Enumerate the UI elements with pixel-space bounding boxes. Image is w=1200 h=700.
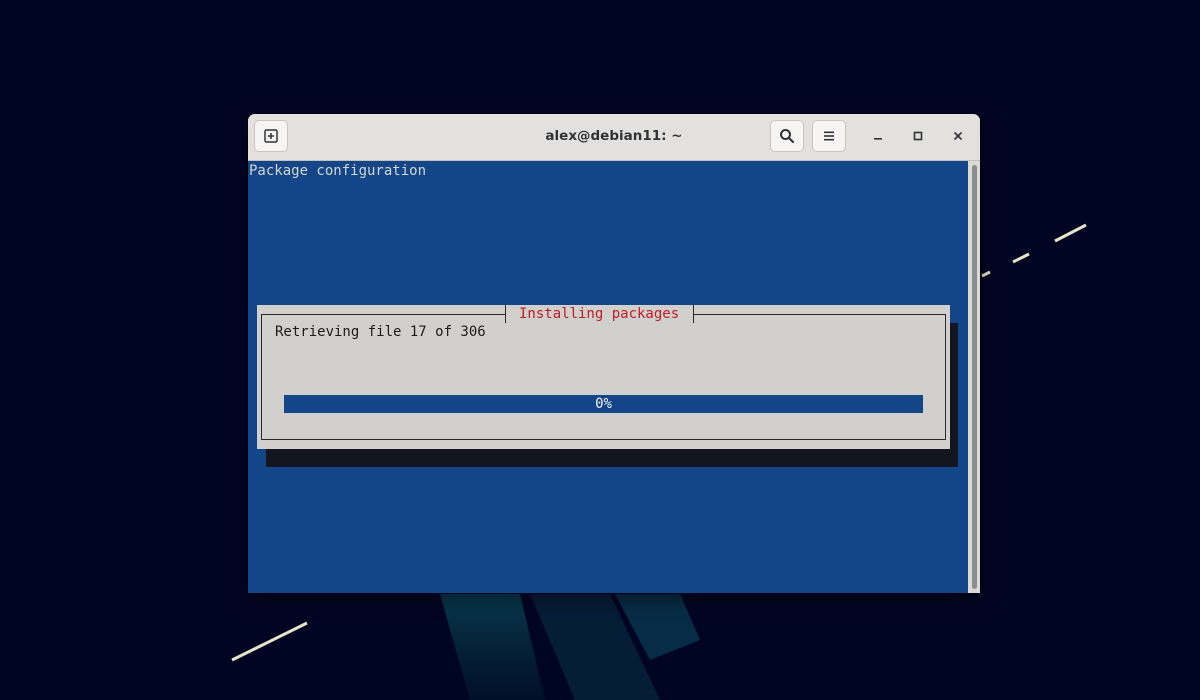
search-icon xyxy=(780,129,795,144)
search-button[interactable] xyxy=(770,120,804,152)
installing-dialog: Installing packages Retrieving file 17 o… xyxy=(257,305,950,449)
dialog-message: Retrieving file 17 of 306 xyxy=(275,324,486,340)
maximize-button[interactable] xyxy=(903,121,933,151)
terminal-window[interactable]: alex@debian11: ~ Package configuration I… xyxy=(248,114,980,593)
maximize-icon xyxy=(913,131,923,141)
terminal-area[interactable]: Package configuration Installing package… xyxy=(248,161,968,593)
progress-bar: 0% xyxy=(284,395,923,413)
progress-label: 0% xyxy=(595,396,612,412)
new-tab-button[interactable] xyxy=(254,120,288,152)
hamburger-menu-icon xyxy=(824,131,834,141)
scrollbar[interactable] xyxy=(968,161,980,593)
backtitle: Package configuration xyxy=(249,163,427,179)
minimize-button[interactable] xyxy=(863,121,893,151)
close-button[interactable] xyxy=(943,121,973,151)
titlebar[interactable]: alex@debian11: ~ xyxy=(248,114,980,161)
menu-button[interactable] xyxy=(812,120,846,152)
minimize-icon xyxy=(874,138,882,140)
desktop: alex@debian11: ~ Package configuration I… xyxy=(0,0,1200,700)
scrollbar-thumb[interactable] xyxy=(972,165,977,589)
close-icon xyxy=(953,131,963,141)
dialog-title: Installing packages xyxy=(505,305,695,323)
new-tab-icon xyxy=(264,129,278,143)
